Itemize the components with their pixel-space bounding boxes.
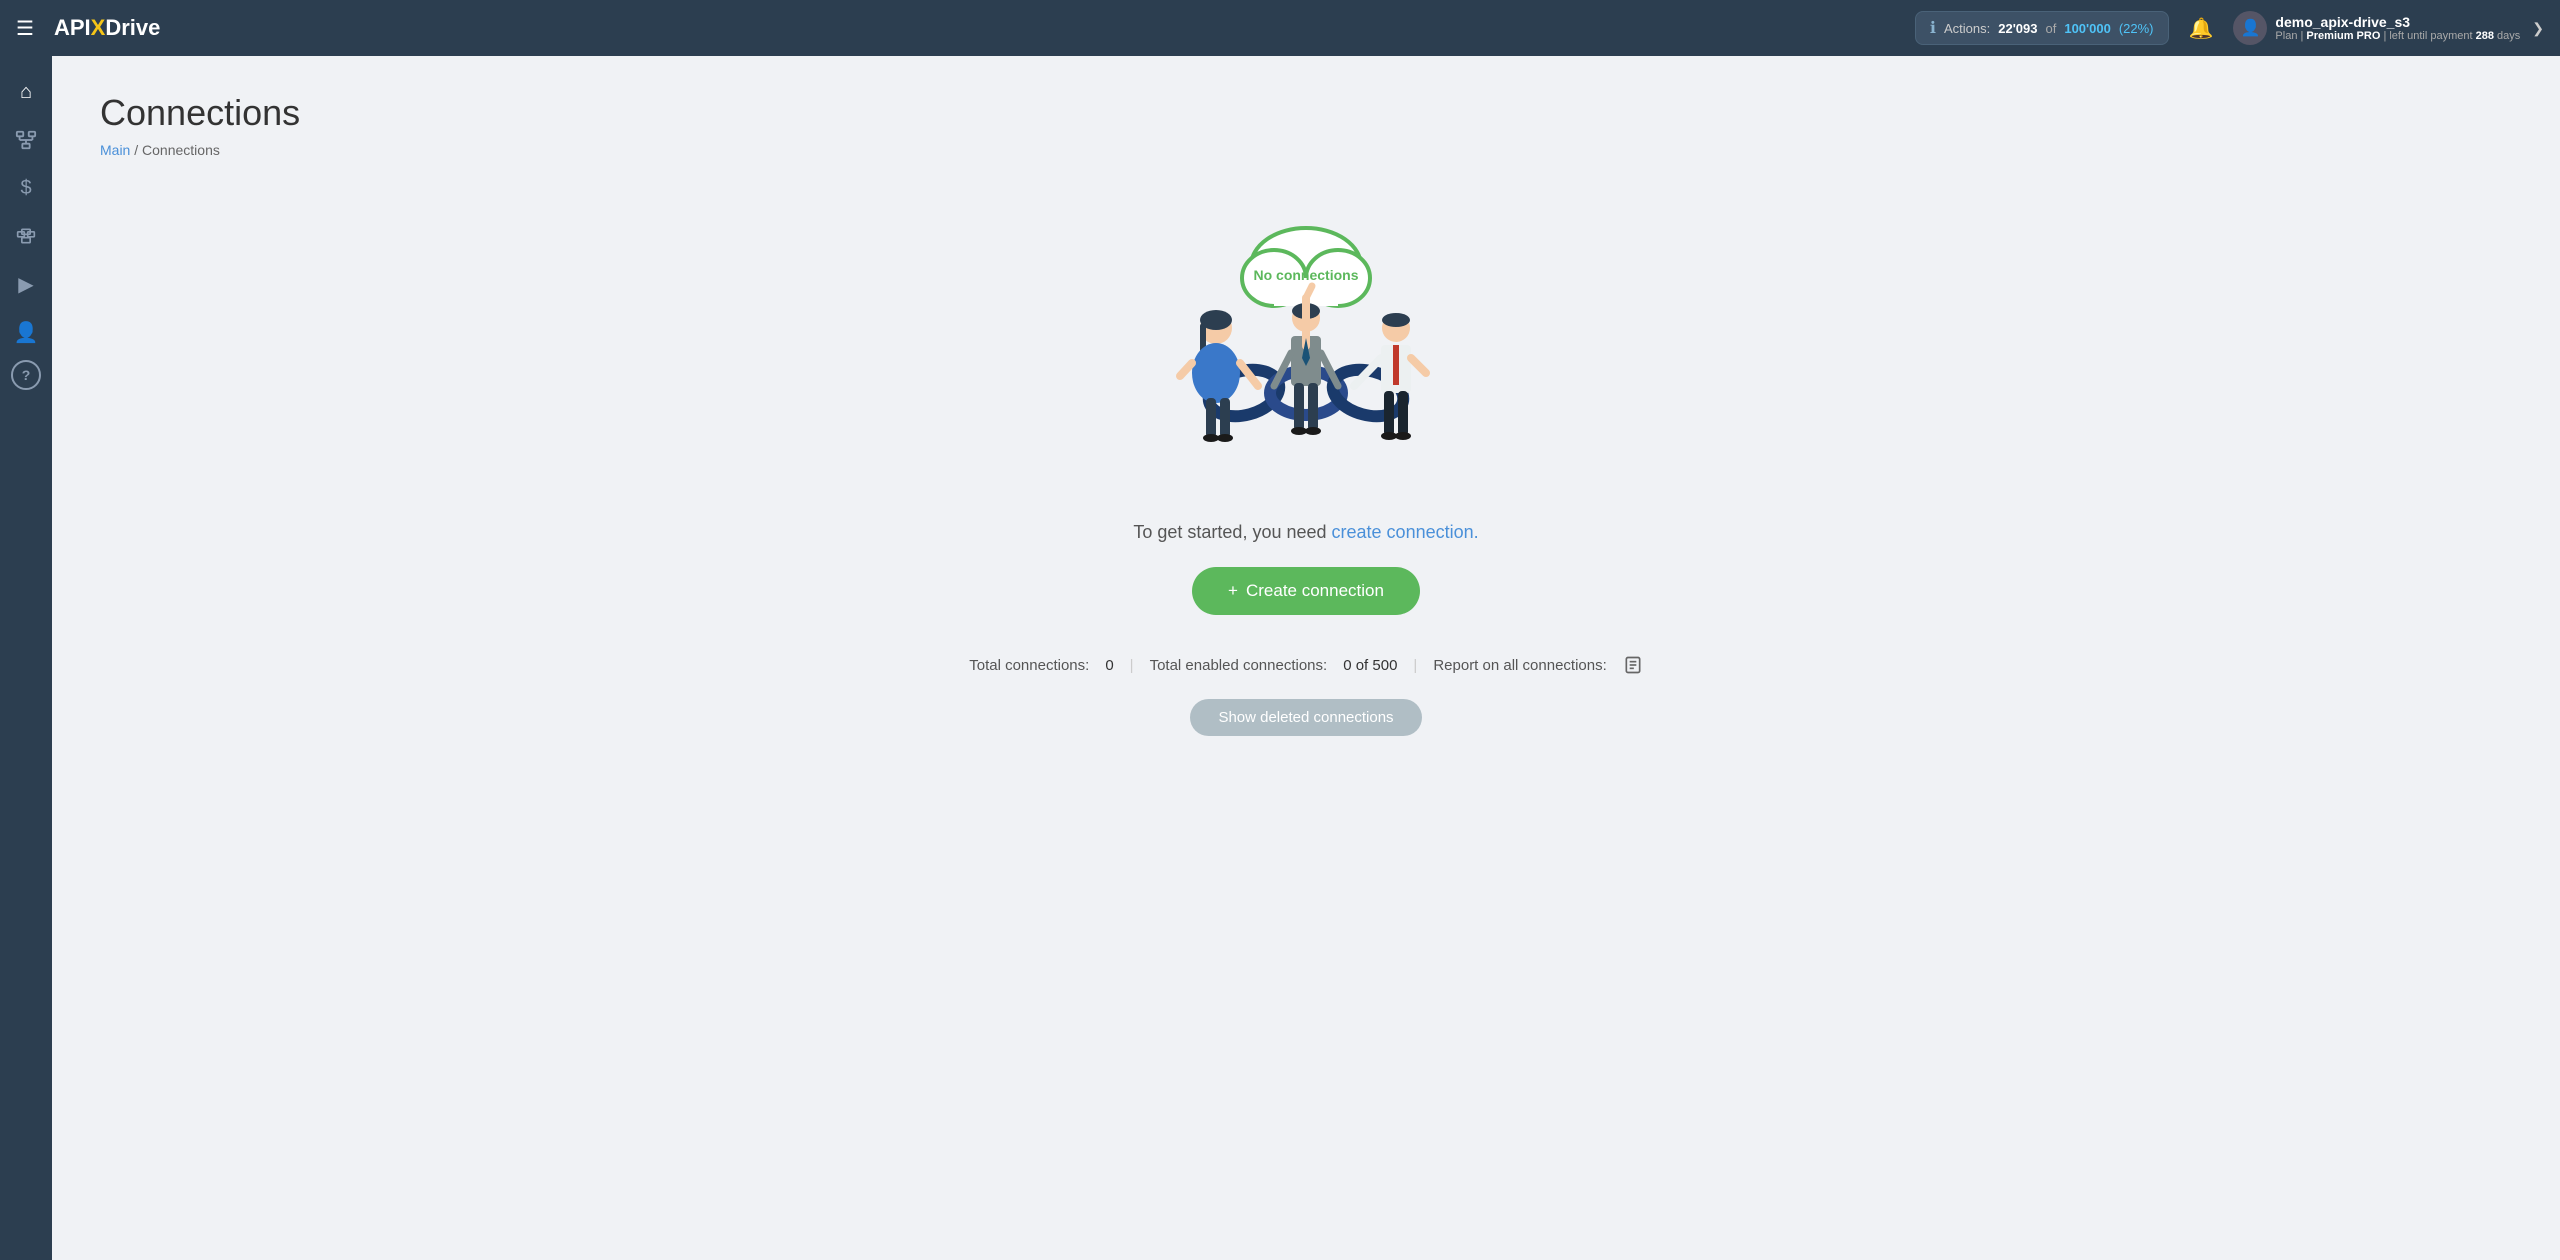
logo: API X Drive bbox=[54, 15, 160, 41]
sidebar-item-account[interactable]: 👤 bbox=[6, 312, 46, 352]
empty-state-illustration: No connections bbox=[1126, 198, 1486, 498]
sidebar-item-tools[interactable] bbox=[6, 216, 46, 256]
illustration-area: No connections bbox=[100, 198, 2512, 736]
sidebar-item-help[interactable]: ? bbox=[11, 360, 41, 390]
empty-state-text: To get started, you need create connecti… bbox=[1133, 522, 1478, 543]
menu-icon[interactable]: ☰ bbox=[16, 16, 34, 41]
main-content: Connections Main / Connections No connec… bbox=[52, 56, 2560, 1260]
actions-total: 100'000 bbox=[2064, 21, 2110, 36]
page-title: Connections bbox=[100, 92, 2512, 134]
user-name: demo_apix-drive_s3 bbox=[2275, 14, 2520, 30]
user-info: demo_apix-drive_s3 Plan | Premium PRO | … bbox=[2275, 14, 2520, 42]
actions-of: of bbox=[2046, 21, 2057, 36]
actions-badge: ℹ Actions: 22'093 of 100'000 (22%) bbox=[1915, 11, 2169, 45]
create-btn-icon: + bbox=[1228, 581, 1238, 601]
chevron-down-icon: ❯ bbox=[2532, 20, 2544, 37]
create-btn-label: Create connection bbox=[1246, 581, 1384, 601]
main-layout: ⌂ $ ▶ 👤 ? Connections bbox=[0, 56, 2560, 1260]
info-icon: ℹ bbox=[1930, 18, 1936, 38]
sidebar-item-video[interactable]: ▶ bbox=[6, 264, 46, 304]
avatar: 👤 bbox=[2233, 11, 2267, 45]
enabled-connections-label: Total enabled connections: bbox=[1150, 657, 1328, 674]
logo-drive: Drive bbox=[105, 15, 160, 41]
stats-row: Total connections: 0 | Total enabled con… bbox=[969, 655, 1643, 675]
logo-x: X bbox=[91, 15, 106, 41]
total-connections-value: 0 bbox=[1105, 657, 1113, 674]
sidebar-item-connections[interactable] bbox=[6, 120, 46, 160]
breadcrumb-current: Connections bbox=[142, 142, 220, 158]
create-connection-link[interactable]: create connection. bbox=[1332, 522, 1479, 542]
breadcrumb-home[interactable]: Main bbox=[100, 142, 130, 158]
bell-icon[interactable]: 🔔 bbox=[2189, 16, 2214, 41]
actions-label: Actions: bbox=[1944, 21, 1990, 36]
create-connection-button[interactable]: + Create connection bbox=[1192, 567, 1420, 615]
report-label: Report on all connections: bbox=[1433, 657, 1606, 674]
logo-api: API bbox=[54, 15, 91, 41]
show-deleted-button[interactable]: Show deleted connections bbox=[1190, 699, 1421, 736]
topnav: ☰ API X Drive ℹ Actions: 22'093 of 100'0… bbox=[0, 0, 2560, 56]
svg-text:No connections: No connections bbox=[1253, 267, 1358, 283]
total-connections-label: Total connections: bbox=[969, 657, 1089, 674]
breadcrumb: Main / Connections bbox=[100, 142, 2512, 158]
user-menu[interactable]: 👤 demo_apix-drive_s3 Plan | Premium PRO … bbox=[2233, 11, 2544, 45]
sidebar-item-home[interactable]: ⌂ bbox=[6, 72, 46, 112]
enabled-connections-value: 0 of 500 bbox=[1343, 657, 1397, 674]
actions-used: 22'093 bbox=[1998, 21, 2037, 36]
breadcrumb-separator: / bbox=[134, 142, 142, 158]
actions-pct: (22%) bbox=[2119, 21, 2154, 36]
sidebar-item-billing[interactable]: $ bbox=[6, 168, 46, 208]
report-icon[interactable] bbox=[1623, 655, 1643, 675]
sidebar: ⌂ $ ▶ 👤 ? bbox=[0, 56, 52, 1260]
user-plan: Plan | Premium PRO | left until payment … bbox=[2275, 30, 2520, 42]
